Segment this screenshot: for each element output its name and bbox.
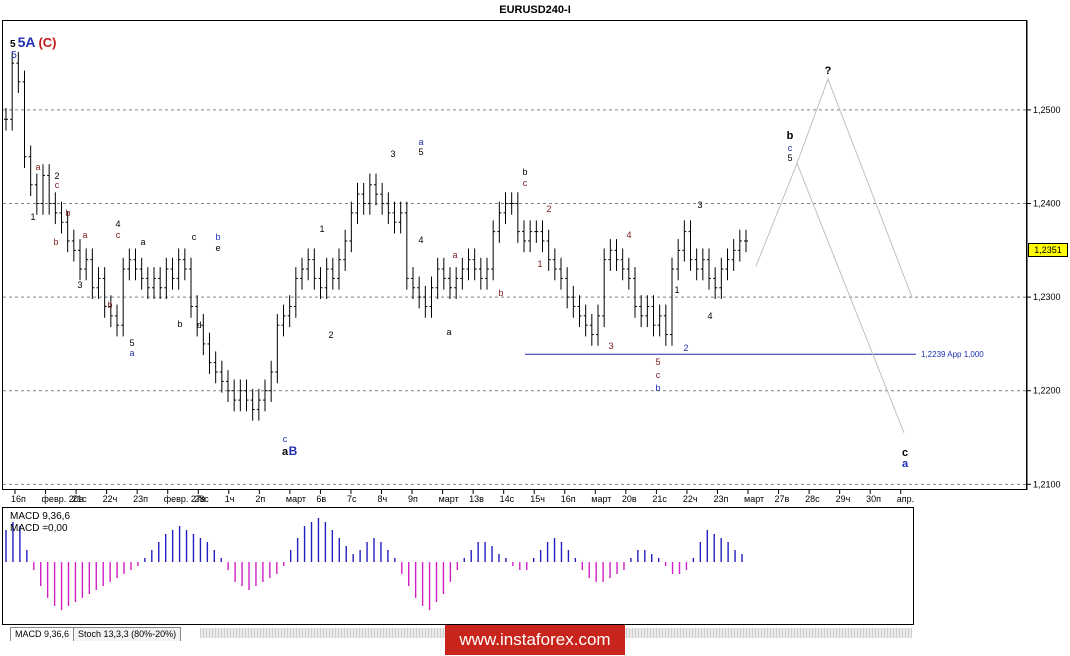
x-tick-label: апр.	[897, 494, 914, 504]
wave-label: e	[215, 243, 220, 253]
x-tick-label: 16п	[11, 494, 26, 504]
y-tick-label: 1,2400	[1033, 199, 1061, 209]
wave-label: d	[196, 320, 201, 330]
macd-histogram	[5, 518, 743, 610]
wave-label: 2	[546, 204, 551, 214]
watermark: www.instaforex.com	[445, 625, 625, 655]
x-tick-label: 7с	[347, 494, 357, 504]
wave-label: 1	[30, 212, 35, 222]
wave-label: a	[446, 327, 451, 337]
wave-label: 4	[626, 230, 631, 240]
x-tick-label: 29ч	[836, 494, 851, 504]
x-tick-label: 23п	[713, 494, 728, 504]
wave-label: b	[177, 319, 182, 329]
wave-label: 1	[319, 224, 324, 234]
x-tick-label: 22ч	[103, 494, 118, 504]
wave-header-paren: (C)	[38, 35, 56, 50]
wave-label: a	[418, 137, 423, 147]
x-tick-label: 2п	[255, 494, 265, 504]
x-tick-label: 27в	[775, 494, 790, 504]
wave-label: 3	[77, 280, 82, 290]
wave-label: c	[523, 178, 528, 188]
y-tick-label: 1,2200	[1033, 386, 1061, 396]
wave-label: c	[192, 232, 197, 242]
y-tick-label: 1,2300	[1033, 292, 1061, 302]
wave-label: b	[655, 383, 660, 393]
x-tick-label: март	[286, 494, 306, 504]
wave-label: b	[522, 167, 527, 177]
wave-label: b	[498, 288, 503, 298]
wave-label: b	[215, 232, 220, 242]
wave-label: a	[82, 230, 87, 240]
wave-label: 5	[418, 147, 423, 157]
price-chart-svg: 1,25001,24001,23001,22001,210016п февр. 2…	[3, 20, 1061, 610]
x-tick-label: 15ч	[530, 494, 545, 504]
macd-legend: MACD 9,36,6 MACD =0,00	[10, 511, 70, 535]
wave-label: c	[656, 370, 661, 380]
wave-label: 5	[787, 153, 792, 163]
x-tick-label: 22ч	[683, 494, 698, 504]
wave-label: c	[116, 230, 121, 240]
wave-label: 4	[418, 235, 423, 245]
wave-label: 3	[608, 341, 613, 351]
wave-label: c	[55, 180, 60, 190]
x-tick-label: 30п	[866, 494, 881, 504]
wave-label: ?	[825, 65, 832, 77]
wave-label: 3	[697, 200, 702, 210]
wave-label: c	[788, 143, 793, 153]
wave-label: a	[129, 348, 134, 358]
wave-label: 2	[328, 330, 333, 340]
wave-header-main: 5A	[18, 34, 36, 50]
wave-label: a	[452, 250, 457, 260]
support-line-label: 1,2239 App 1,000	[921, 350, 984, 359]
wave-label: 5	[11, 50, 17, 61]
tab-stoch[interactable]: Stoch 13,3,3 (80%-20%)	[73, 627, 182, 641]
x-tick-label: 1ч	[225, 494, 235, 504]
wave-label: 4	[115, 219, 120, 229]
x-tick-label: 14с	[500, 494, 515, 504]
x-tick-label: 23п	[133, 494, 148, 504]
wave-label: 5	[655, 357, 660, 367]
x-tick-label: 9п	[408, 494, 418, 504]
x-tick-label: март	[591, 494, 611, 504]
x-tick-label: 21с	[652, 494, 667, 504]
wave-label: 2	[683, 343, 688, 353]
x-tick-label: март	[439, 494, 459, 504]
x-tick-label: 6в	[316, 494, 326, 504]
wave-label: B	[289, 444, 298, 458]
wave-label: b	[107, 300, 112, 310]
wave-label: 3	[390, 149, 395, 159]
wave-label: a	[35, 162, 40, 172]
wave-label: 5	[129, 338, 134, 348]
wave-header-label: 5 5A (C)	[10, 34, 57, 50]
wave-label: b	[65, 208, 70, 218]
x-tick-label: 16п	[561, 494, 576, 504]
x-tick-label: 8ч	[378, 494, 388, 504]
wave-label: b	[53, 237, 58, 247]
current-price-label: 1,2351	[1028, 243, 1068, 257]
x-tick-label: 13в	[469, 494, 484, 504]
wave-label: 4	[707, 311, 712, 321]
wave-label: 1	[537, 259, 542, 269]
macd-legend-title: MACD 9,36,6	[10, 511, 71, 522]
wave-header-prefix: 5	[10, 39, 16, 50]
y-tick-label: 1,2100	[1033, 479, 1061, 489]
wave-label: a	[902, 458, 909, 470]
x-tick-label: 28с	[805, 494, 820, 504]
macd-legend-value: MACD =0,00	[10, 523, 68, 534]
wave-label: b	[787, 130, 794, 142]
x-tick-label: 20в	[622, 494, 637, 504]
indicator-tabs: MACD 9,36,6 Stoch 13,3,3 (80%-20%)	[10, 627, 182, 641]
y-tick-label: 1,2500	[1033, 105, 1061, 115]
wave-label: 1	[674, 285, 679, 295]
wave-label: c	[283, 434, 288, 444]
wave-label: a	[140, 237, 145, 247]
x-tick-label: 28с	[194, 494, 209, 504]
tab-macd[interactable]: MACD 9,36,6	[10, 627, 75, 641]
x-tick-label: 21с	[72, 494, 87, 504]
forecast-path	[755, 77, 913, 298]
x-tick-label: март	[744, 494, 764, 504]
